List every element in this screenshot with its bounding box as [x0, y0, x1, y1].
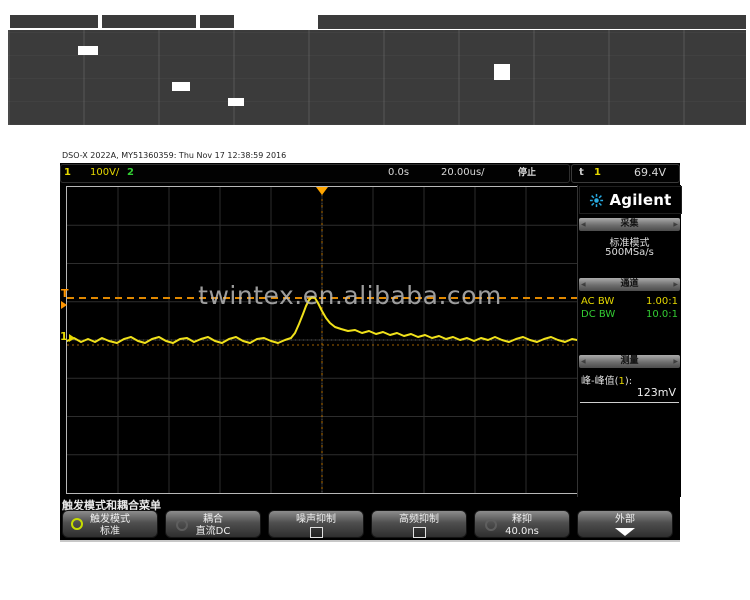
ch2-badge: 2: [127, 163, 134, 183]
status-left-box: [60, 164, 570, 183]
waveform-display-area: twintex.en.alibaba.com: [66, 186, 578, 494]
garbled-gap: [172, 82, 190, 91]
dc-bw-label: DC BW: [581, 309, 615, 320]
trigger-level-arrow-icon: [61, 301, 67, 309]
section-channels-label: 通道: [620, 279, 638, 289]
softkey-label: 高频抑制: [372, 514, 466, 525]
run-state-indicator: 停止: [518, 163, 536, 183]
horizontal-position: 0.0s: [388, 163, 409, 183]
oscilloscope-screenshot: DSO-X 2022A, MY51360359: Thu Nov 17 12:3…: [60, 150, 680, 542]
agilent-starburst-icon: [589, 193, 604, 208]
trigger-icon: t: [579, 163, 584, 183]
trigger-level-value: 69.4V: [634, 163, 666, 183]
section-arrow-right-icon: ▶: [673, 278, 678, 291]
garbled-block: [10, 15, 98, 28]
noise-reject-checkbox[interactable]: [310, 527, 323, 538]
softkey-external[interactable]: 外部: [577, 510, 673, 538]
down-arrow-icon: [615, 528, 635, 536]
garbled-gap: [494, 64, 510, 80]
sample-rate: 500MSa/s: [578, 247, 681, 258]
ch1-ground-arrow-icon: [69, 334, 75, 342]
garbled-gap: [228, 98, 244, 106]
softkey-label: 外部: [578, 514, 672, 525]
section-arrow-left-icon: ◀: [581, 278, 586, 291]
measurement-label-prefix: 峰-峰值(: [581, 376, 619, 387]
trigger-source: 1: [594, 163, 601, 183]
softkey-label: 噪声抑制: [269, 514, 363, 525]
section-header-acquire: ◀ 采集 ▶: [579, 218, 680, 231]
section-arrow-left-icon: ◀: [581, 218, 586, 231]
hf-reject-checkbox[interactable]: [413, 527, 426, 538]
garbled-block: [318, 15, 746, 29]
dc-bw-value: 10.0:1: [646, 309, 678, 320]
brand-name: Agilent: [609, 191, 671, 209]
timebase-setting: 20.00us/: [441, 163, 485, 183]
garbled-block: [200, 15, 234, 28]
section-acquire-label: 采集: [620, 219, 638, 229]
scope-title: DSO-X 2022A, MY51360359: Thu Nov 17 12:3…: [62, 151, 286, 160]
scope-bottom-edge: [60, 540, 680, 542]
section-header-measure: ◀ 测量 ▶: [579, 355, 680, 368]
garbled-artifact-region: [0, 0, 750, 140]
softkey-trigger-mode[interactable]: 触发模式 标准: [62, 510, 158, 538]
section-arrow-right-icon: ▶: [673, 218, 678, 231]
section-header-channels: ◀ 通道 ▶: [579, 278, 680, 291]
waveform-svg: [67, 187, 577, 493]
ch1-scale: 100V/: [90, 163, 119, 183]
page: DSO-X 2022A, MY51360359: Thu Nov 17 12:3…: [0, 0, 750, 600]
section-arrow-left-icon: ◀: [581, 355, 586, 368]
trigger-level-marker: T: [61, 289, 69, 299]
circle-icon: [176, 519, 188, 531]
ac-bw-value: 1.00:1: [646, 296, 678, 307]
measurement-divider: [580, 402, 679, 403]
brand-logo: Agilent: [579, 186, 682, 214]
garbled-block: [102, 15, 196, 28]
softkey-holdoff[interactable]: 释抑 40.0ns: [474, 510, 570, 538]
scope-status-bar: 1 100V/ 2 0.0s 20.00us/ 停止 t 1 69.4V: [60, 163, 680, 183]
measurement-label-suffix: ):: [625, 376, 632, 387]
garbled-block: [8, 30, 746, 125]
softkey-hf-reject[interactable]: 高频抑制: [371, 510, 467, 538]
circle-icon: [485, 519, 497, 531]
section-measure-label: 测量: [620, 356, 638, 366]
ch1-badge: 1: [64, 163, 71, 183]
garbled-gap: [78, 46, 98, 55]
measurement-label: 峰-峰值(1):: [581, 372, 632, 387]
watermark-text: twintex.en.alibaba.com: [185, 281, 515, 310]
cycle-icon: [71, 518, 83, 530]
right-info-panel: Agilent ◀ 采集 ▶ 标准模式 500MSa/s ◀ 通道 ▶ AC B…: [577, 185, 681, 497]
ch1-ground-marker: 1: [60, 332, 68, 342]
ac-bw-label: AC BW: [581, 296, 614, 307]
softkey-noise-reject[interactable]: 噪声抑制: [268, 510, 364, 538]
softkey-coupling[interactable]: 耦合 直流DC: [165, 510, 261, 538]
section-arrow-right-icon: ▶: [673, 355, 678, 368]
measurement-value: 123mV: [637, 386, 676, 399]
